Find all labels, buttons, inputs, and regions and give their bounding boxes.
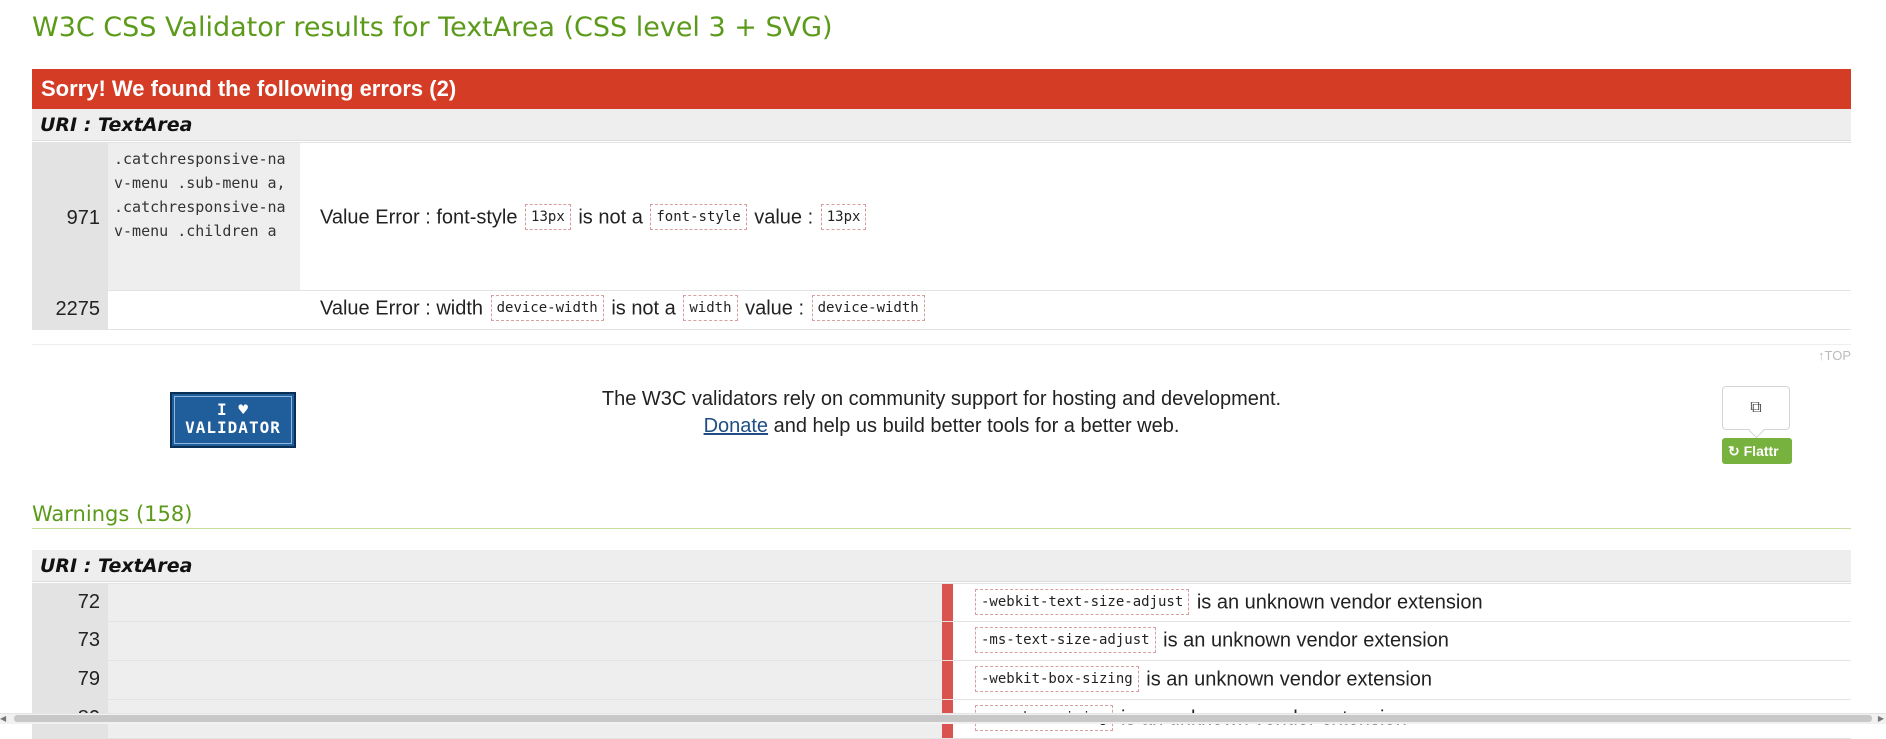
error-line-number: 971 <box>32 143 108 290</box>
error-token: 13px <box>525 204 571 230</box>
flattr-label: Flattr <box>1743 443 1779 459</box>
warning-context <box>108 622 942 660</box>
error-table: 971 .catchresponsive-nav-menu .sub-menu … <box>32 142 1851 330</box>
warning-level-bar <box>942 584 953 621</box>
warning-message-text: is an unknown vendor extension <box>1196 591 1483 614</box>
back-to-top-link[interactable]: ↑TOP <box>1818 348 1851 363</box>
warning-message-text: is an unknown vendor extension <box>1146 668 1433 691</box>
error-message-text: Value Error : font-style <box>320 206 518 229</box>
warnings-uri-header: URI : TextArea <box>32 550 1851 582</box>
warning-token: -ms-text-size-adjust <box>975 627 1156 653</box>
warning-level-bar <box>942 661 953 699</box>
error-row: 971 .catchresponsive-nav-menu .sub-menu … <box>32 142 1851 291</box>
section-divider <box>32 344 1851 345</box>
flattr-button[interactable]: ↻ Flattr <box>1722 438 1792 464</box>
warning-line-number: 79 <box>32 661 108 699</box>
error-token: font-style <box>650 204 747 230</box>
scrollbar-thumb[interactable] <box>14 715 1872 722</box>
error-message: Value Error : font-style 13px is not a f… <box>320 204 868 231</box>
warning-row: 72 -webkit-text-size-adjust is an unknow… <box>32 583 1851 622</box>
error-message: Value Error : width device-width is not … <box>320 295 927 322</box>
error-message-text: value : <box>745 297 805 320</box>
warning-context <box>108 661 942 699</box>
errors-uri-header: URI : TextArea <box>32 109 1851 141</box>
error-token: width <box>683 295 738 321</box>
warning-context <box>108 584 942 621</box>
flattr-icon: ↻ <box>1728 443 1740 459</box>
scroll-right-arrow-icon[interactable]: ▶ <box>1878 714 1884 724</box>
error-line-number: 2275 <box>32 291 108 329</box>
error-token: device-width <box>811 295 925 321</box>
support-line2-text: and help us build better tools for a bet… <box>768 415 1180 437</box>
error-context: .catchresponsive-nav-menu .sub-menu a, .… <box>108 143 300 290</box>
warning-line-number: 72 <box>32 584 108 621</box>
warning-message: -webkit-box-sizing is an unknown vendor … <box>973 666 1433 693</box>
support-line1: The W3C validators rely on community sup… <box>601 388 1282 410</box>
warning-message-text: is an unknown vendor extension <box>1163 629 1449 652</box>
donate-link[interactable]: Donate <box>704 415 769 437</box>
error-row: 2275 Value Error : width device-width is… <box>32 291 1851 330</box>
warning-token: -webkit-box-sizing <box>975 666 1139 692</box>
warning-token: -webkit-text-size-adjust <box>975 589 1190 615</box>
error-message-text: Value Error : width <box>320 297 484 320</box>
warning-level-bar <box>942 622 953 660</box>
error-context <box>108 291 300 329</box>
external-link-button[interactable]: ⧉ <box>1722 386 1790 430</box>
support-line2: Donate and help us build better tools fo… <box>32 413 1851 440</box>
warnings-title: Warnings (158) <box>32 502 1851 529</box>
page-title: W3C CSS Validator results for TextArea (… <box>32 12 833 43</box>
warning-row: 79 -webkit-box-sizing is an unknown vend… <box>32 661 1851 700</box>
scroll-left-arrow-icon[interactable]: ◀ <box>0 714 6 724</box>
warning-message: -webkit-text-size-adjust is an unknown v… <box>973 589 1483 616</box>
error-message-text: is not a <box>611 297 676 320</box>
error-message-text: is not a <box>578 206 643 229</box>
error-token: device-width <box>490 295 604 321</box>
external-link-icon: ⧉ <box>1750 399 1762 416</box>
error-message-text: value : <box>754 206 814 229</box>
warning-row: 73 -ms-text-size-adjust is an unknown ve… <box>32 622 1851 661</box>
errors-banner: Sorry! We found the following errors (2) <box>32 69 1851 109</box>
warning-line-number: 73 <box>32 622 108 660</box>
warning-message: -ms-text-size-adjust is an unknown vendo… <box>973 627 1449 654</box>
error-token: 13px <box>820 204 867 230</box>
horizontal-scrollbar[interactable]: ◀ ▶ <box>0 713 1886 724</box>
support-message: The W3C validators rely on community sup… <box>32 386 1851 440</box>
